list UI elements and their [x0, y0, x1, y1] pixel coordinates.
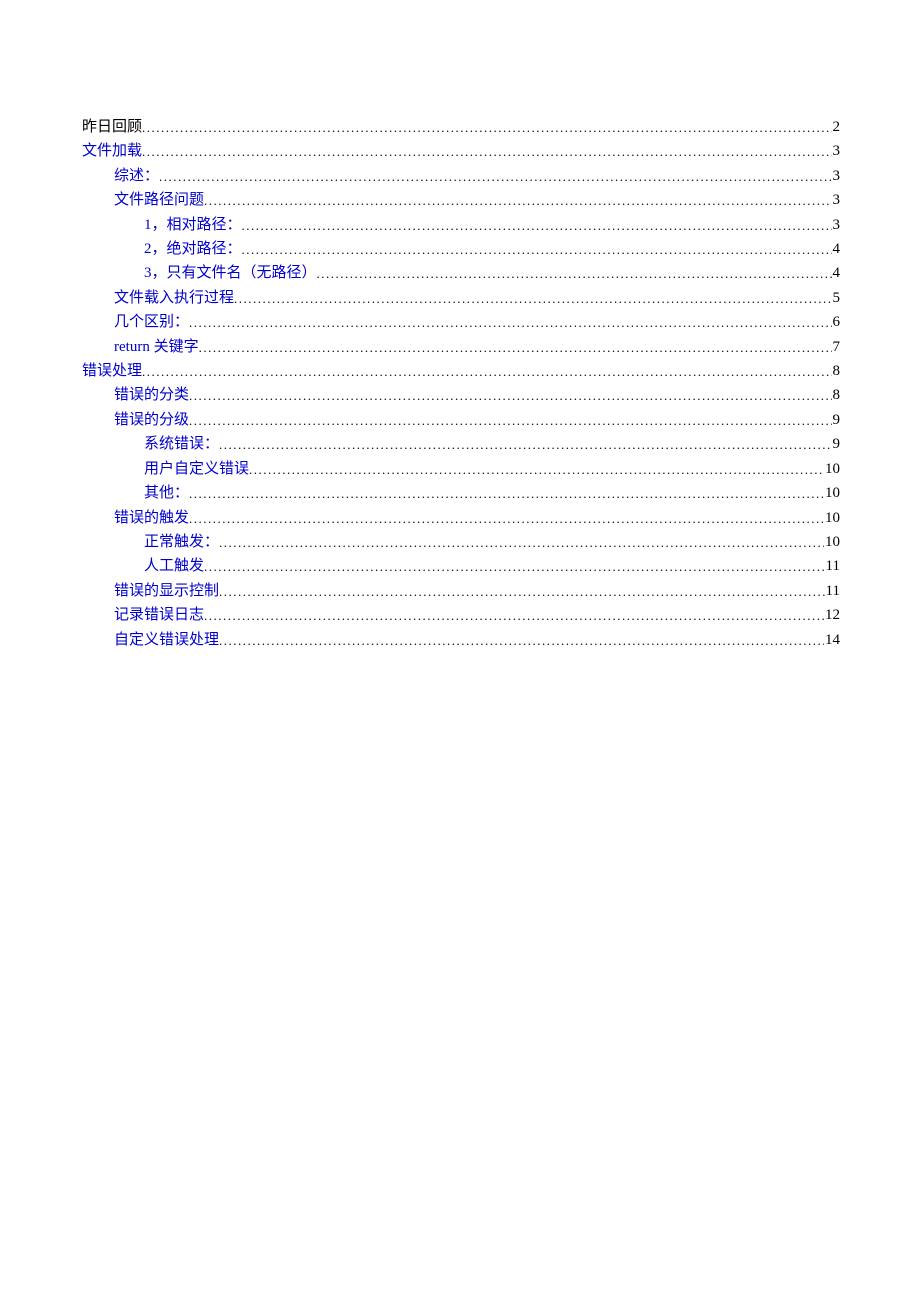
toc-label: 人工触发 — [144, 554, 204, 578]
toc-label: 用户自定义错误 — [144, 457, 249, 481]
toc-entry[interactable]: 错误的分类 8 — [114, 383, 840, 407]
toc-label: 其他： — [144, 481, 189, 505]
toc-leader-dots — [189, 409, 831, 433]
toc-leader-dots — [204, 555, 825, 579]
toc-entry[interactable]: 3，只有文件名（无路径） 4 — [144, 261, 840, 285]
toc-page-number: 7 — [832, 335, 841, 359]
toc-leader-dots — [242, 238, 832, 262]
table-of-contents: 昨日回顾2文件加载3综述：3文件路径问题31，相对路径：32，绝对路径：43，只… — [82, 115, 840, 652]
toc-page-number: 8 — [832, 383, 841, 407]
toc-leader-dots — [142, 360, 831, 384]
toc-entry[interactable]: 用户自定义错误 10 — [144, 457, 840, 481]
toc-leader-dots — [219, 531, 824, 555]
toc-entry[interactable]: 错误的显示控制 11 — [114, 579, 840, 603]
toc-label: 2，绝对路径： — [144, 237, 242, 261]
toc-leader-dots — [204, 189, 831, 213]
toc-entry[interactable]: return 关键字 7 — [114, 335, 840, 359]
toc-label: 昨日回顾 — [82, 115, 142, 139]
toc-label: 文件加载 — [82, 139, 142, 163]
toc-label: 系统错误： — [144, 432, 219, 456]
toc-leader-dots — [204, 604, 824, 628]
toc-leader-dots — [234, 287, 831, 311]
toc-label: 1，相对路径： — [144, 213, 242, 237]
toc-page-number: 10 — [824, 506, 840, 530]
toc-page-number: 10 — [824, 530, 840, 554]
toc-page-number: 9 — [832, 432, 841, 456]
toc-page-number: 3 — [832, 139, 841, 163]
toc-label: 几个区别： — [114, 310, 189, 334]
toc-leader-dots — [219, 580, 825, 604]
toc-entry[interactable]: 正常触发： 10 — [144, 530, 840, 554]
toc-label: 综述： — [114, 164, 159, 188]
toc-entry[interactable]: 人工触发 11 — [144, 554, 840, 578]
toc-leader-dots — [189, 311, 831, 335]
toc-page-number: 4 — [832, 261, 841, 285]
toc-leader-dots — [189, 507, 824, 531]
toc-label: 文件载入执行过程 — [114, 286, 234, 310]
toc-entry[interactable]: 文件加载 3 — [82, 139, 840, 163]
toc-label: 错误的显示控制 — [114, 579, 219, 603]
toc-page-number: 6 — [832, 310, 841, 334]
toc-leader-dots — [199, 336, 832, 360]
toc-label: 自定义错误处理 — [114, 628, 219, 652]
toc-entry[interactable]: 错误处理 8 — [82, 359, 840, 383]
toc-entry[interactable]: 错误的触发 10 — [114, 506, 840, 530]
toc-label: 记录错误日志 — [114, 603, 204, 627]
toc-label: 错误的分级 — [114, 408, 189, 432]
toc-entry[interactable]: 昨日回顾 2 — [82, 115, 840, 139]
toc-leader-dots — [142, 116, 831, 140]
toc-entry[interactable]: 错误的分级 9 — [114, 408, 840, 432]
toc-label: 3，只有文件名（无路径） — [144, 261, 317, 285]
toc-entry[interactable]: 自定义错误处理 14 — [114, 628, 840, 652]
toc-entry[interactable]: 其他： 10 — [144, 481, 840, 505]
toc-leader-dots — [189, 482, 824, 506]
toc-leader-dots — [159, 165, 831, 189]
toc-page-number: 8 — [832, 359, 841, 383]
toc-leader-dots — [242, 214, 832, 238]
toc-page-number: 5 — [832, 286, 841, 310]
toc-entry[interactable]: 2，绝对路径： 4 — [144, 237, 840, 261]
toc-label: 错误的触发 — [114, 506, 189, 530]
toc-page-number: 14 — [824, 628, 840, 652]
toc-entry[interactable]: 文件载入执行过程 5 — [114, 286, 840, 310]
toc-leader-dots — [189, 384, 831, 408]
toc-page-number: 9 — [832, 408, 841, 432]
toc-page-number: 11 — [825, 579, 840, 603]
toc-label: 错误处理 — [82, 359, 142, 383]
toc-entry[interactable]: 1，相对路径： 3 — [144, 213, 840, 237]
toc-entry[interactable]: 综述： 3 — [114, 164, 840, 188]
toc-leader-dots — [219, 433, 831, 457]
toc-entry[interactable]: 系统错误： 9 — [144, 432, 840, 456]
toc-page-number: 11 — [825, 554, 840, 578]
toc-page-number: 3 — [832, 188, 841, 212]
toc-leader-dots — [249, 458, 824, 482]
toc-label: 正常触发： — [144, 530, 219, 554]
toc-page: 昨日回顾2文件加载3综述：3文件路径问题31，相对路径：32，绝对路径：43，只… — [0, 0, 920, 652]
toc-page-number: 2 — [832, 115, 841, 139]
toc-entry[interactable]: 几个区别： 6 — [114, 310, 840, 334]
toc-label: return 关键字 — [114, 335, 199, 359]
toc-page-number: 10 — [824, 457, 840, 481]
toc-page-number: 10 — [824, 481, 840, 505]
toc-leader-dots — [142, 140, 831, 164]
toc-entry[interactable]: 记录错误日志 12 — [114, 603, 840, 627]
toc-leader-dots — [317, 262, 832, 286]
toc-leader-dots — [219, 629, 824, 653]
toc-label: 文件路径问题 — [114, 188, 204, 212]
toc-page-number: 3 — [832, 164, 841, 188]
toc-page-number: 3 — [832, 213, 841, 237]
toc-page-number: 12 — [824, 603, 840, 627]
toc-entry[interactable]: 文件路径问题 3 — [114, 188, 840, 212]
toc-page-number: 4 — [832, 237, 841, 261]
toc-label: 错误的分类 — [114, 383, 189, 407]
